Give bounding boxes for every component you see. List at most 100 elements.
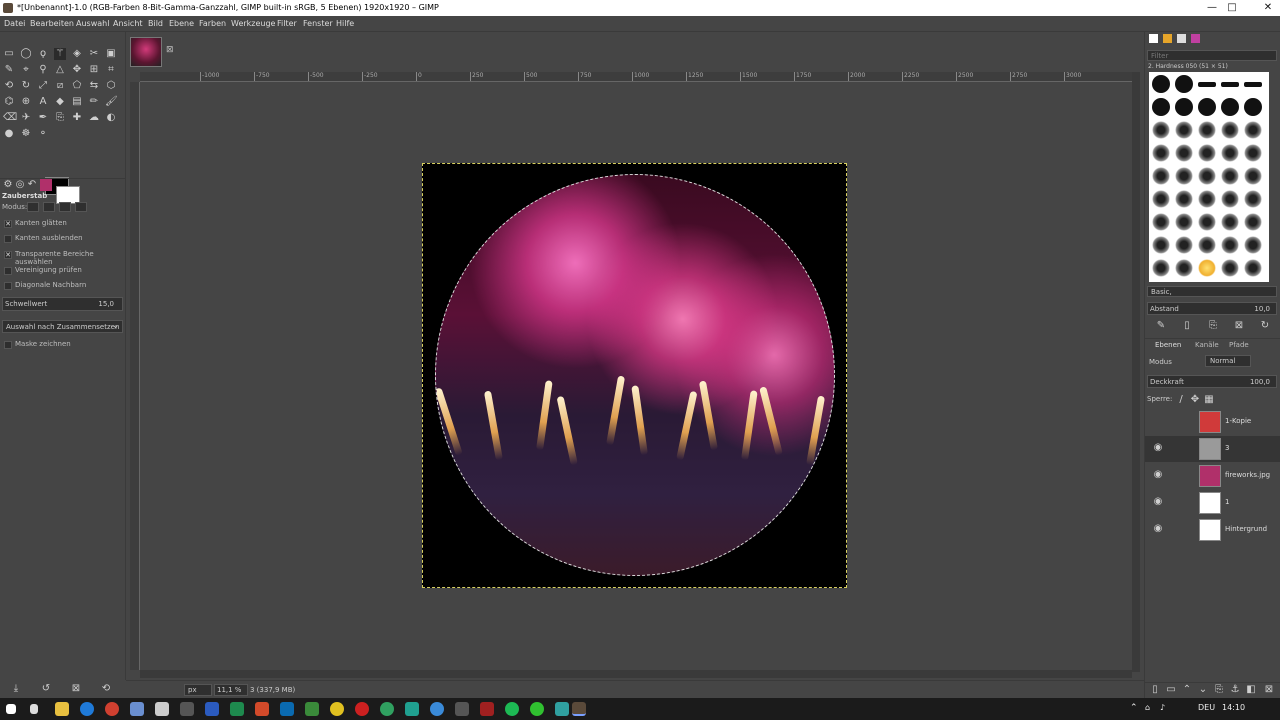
brush-swatch[interactable]	[1244, 259, 1262, 277]
brush-swatch[interactable]	[1152, 236, 1170, 254]
checkbox[interactable]	[4, 267, 12, 275]
tray-chevron-icon[interactable]: ⌃	[1130, 703, 1138, 713]
menu-werkzeuge[interactable]: Werkzeuge	[231, 19, 275, 28]
app-icon[interactable]	[480, 702, 494, 716]
clock[interactable]: 14:10	[1222, 703, 1245, 712]
brush-swatch[interactable]	[1152, 121, 1170, 139]
checkbox[interactable]: ✕	[4, 251, 12, 259]
magic-wand-icon[interactable]: ⚚	[54, 48, 66, 60]
outlook-icon[interactable]	[280, 702, 294, 716]
mode-add-button[interactable]	[43, 202, 55, 212]
word-icon[interactable]	[205, 702, 219, 716]
brush-swatch[interactable]	[1244, 144, 1262, 162]
threshold-slider[interactable]: Schwellwert 15,0	[2, 297, 123, 311]
color-picker-icon[interactable]: ⌖	[20, 64, 32, 76]
layer-name[interactable]: Hintergrund	[1225, 525, 1267, 533]
powerpoint-icon[interactable]	[255, 702, 269, 716]
mask-icon[interactable]: ◧	[1245, 684, 1257, 696]
menu-farben[interactable]: Farben	[199, 19, 226, 28]
network-icon[interactable]: ⌂	[1145, 703, 1150, 712]
duplicate-brush-icon[interactable]: ⎘	[1207, 320, 1219, 332]
edit-brush-icon[interactable]: ✎	[1155, 320, 1167, 332]
menu-hilfe[interactable]: Hilfe	[336, 19, 354, 28]
visibility-eye-icon[interactable]: ◉	[1151, 442, 1165, 454]
maximize-button[interactable]: □	[1212, 1, 1252, 15]
brush-swatch[interactable]	[1152, 213, 1170, 231]
layer-name[interactable]: fireworks.jpg	[1225, 471, 1270, 479]
brush-swatch[interactable]	[1198, 82, 1216, 87]
option-feather[interactable]: Kanten ausblenden	[2, 233, 124, 246]
mode-intersect-button[interactable]	[75, 202, 87, 212]
app-icon[interactable]	[130, 702, 144, 716]
brush-swatch[interactable]	[1175, 98, 1193, 116]
close-tab-icon[interactable]: ⊠	[166, 45, 174, 55]
brush-swatch[interactable]	[1175, 144, 1193, 162]
app-icon[interactable]	[380, 702, 394, 716]
new-group-icon[interactable]: ▭	[1165, 684, 1177, 696]
gimp-taskbar-icon[interactable]	[572, 702, 586, 716]
brush-swatch[interactable]	[1198, 98, 1216, 116]
tab-layers[interactable]: Ebenen	[1155, 341, 1181, 349]
brush-swatch[interactable]	[1221, 144, 1239, 162]
app-icon[interactable]	[330, 702, 344, 716]
mypaint-brush-icon[interactable]: ☸	[20, 128, 32, 140]
brush-swatch[interactable]	[1175, 259, 1193, 277]
airbrush-icon[interactable]: ✈	[20, 112, 32, 124]
lower-layer-icon[interactable]: ⌄	[1197, 684, 1209, 696]
checkbox[interactable]: ✕	[4, 220, 12, 228]
layer-name[interactable]: 1	[1225, 498, 1229, 506]
measure-icon[interactable]: △	[54, 64, 66, 76]
brush-swatch[interactable]	[1198, 121, 1216, 139]
brush-swatch[interactable]	[1152, 167, 1170, 185]
unit-dropdown[interactable]: px	[184, 684, 212, 696]
spacing-slider[interactable]: Abstand 10,0	[1147, 302, 1277, 315]
ink-icon[interactable]: ✒	[37, 112, 49, 124]
brush-swatch[interactable]	[1152, 75, 1170, 93]
select-by-color-icon[interactable]: ◈	[71, 48, 83, 60]
brush-preset-dropdown[interactable]: Basic,	[1147, 286, 1277, 297]
patterns-tab-icon[interactable]	[1163, 34, 1172, 43]
brush-swatch[interactable]	[1221, 167, 1239, 185]
color-dropper-icon[interactable]: ⚬	[37, 128, 49, 140]
app-icon[interactable]	[355, 702, 369, 716]
select-by-dropdown[interactable]: Auswahl nach Zusammensetzen ⌄	[2, 320, 123, 333]
layer-name[interactable]: 1-Kopie	[1225, 417, 1251, 425]
layer-name[interactable]: 3	[1225, 444, 1229, 452]
cage-icon[interactable]: ⬡	[105, 80, 117, 92]
tool-options-tab-icon[interactable]: ⚙	[2, 179, 14, 191]
brush-swatch[interactable]	[1175, 75, 1193, 93]
perspective-icon[interactable]: ⬠	[71, 80, 83, 92]
brushes-tab-icon[interactable]	[1149, 34, 1158, 43]
brush-filter-input[interactable]: Filter	[1147, 50, 1277, 61]
device-status-tab-icon[interactable]: ◎	[14, 179, 26, 191]
brush-swatch[interactable]	[1244, 82, 1262, 87]
raise-layer-icon[interactable]: ⌃	[1181, 684, 1193, 696]
delete-layer-icon[interactable]: ⊠	[1263, 684, 1275, 696]
chrome-icon[interactable]	[105, 702, 119, 716]
brush-swatch[interactable]	[1244, 98, 1262, 116]
brush-swatch[interactable]	[1221, 213, 1239, 231]
fonts-tab-icon[interactable]	[1177, 34, 1186, 43]
menu-bearbeiten[interactable]: Bearbeiten	[30, 19, 74, 28]
restore-options-icon[interactable]: ↺	[40, 683, 52, 695]
brush-swatch[interactable]	[1198, 213, 1216, 231]
app-icon[interactable]	[155, 702, 169, 716]
menu-bild[interactable]: Bild	[148, 19, 163, 28]
option-antialias[interactable]: ✕ Kanten glätten	[2, 218, 124, 231]
foreground-select-icon[interactable]: ▣	[105, 48, 117, 60]
brush-swatch[interactable]	[1198, 236, 1216, 254]
tab-paths[interactable]: Pfade	[1229, 341, 1249, 349]
blur-icon[interactable]: ●	[3, 128, 15, 140]
app-icon[interactable]	[305, 702, 319, 716]
delete-options-icon[interactable]: ⊠	[70, 683, 82, 695]
brush-swatch[interactable]	[1198, 259, 1216, 277]
move-icon[interactable]: ✥	[71, 64, 83, 76]
app-icon[interactable]	[530, 702, 544, 716]
layer-row[interactable]: ◉ 3	[1145, 436, 1280, 462]
handle-transform-icon[interactable]: ⊕	[20, 96, 32, 108]
layer-row[interactable]: ◉ 1	[1145, 490, 1280, 516]
ellipse-select-icon[interactable]: ◯	[20, 48, 32, 60]
gradient-icon[interactable]: ▤	[71, 96, 83, 108]
unified-transform-icon[interactable]: ⟲	[3, 80, 15, 92]
align-icon[interactable]: ⊞	[88, 64, 100, 76]
